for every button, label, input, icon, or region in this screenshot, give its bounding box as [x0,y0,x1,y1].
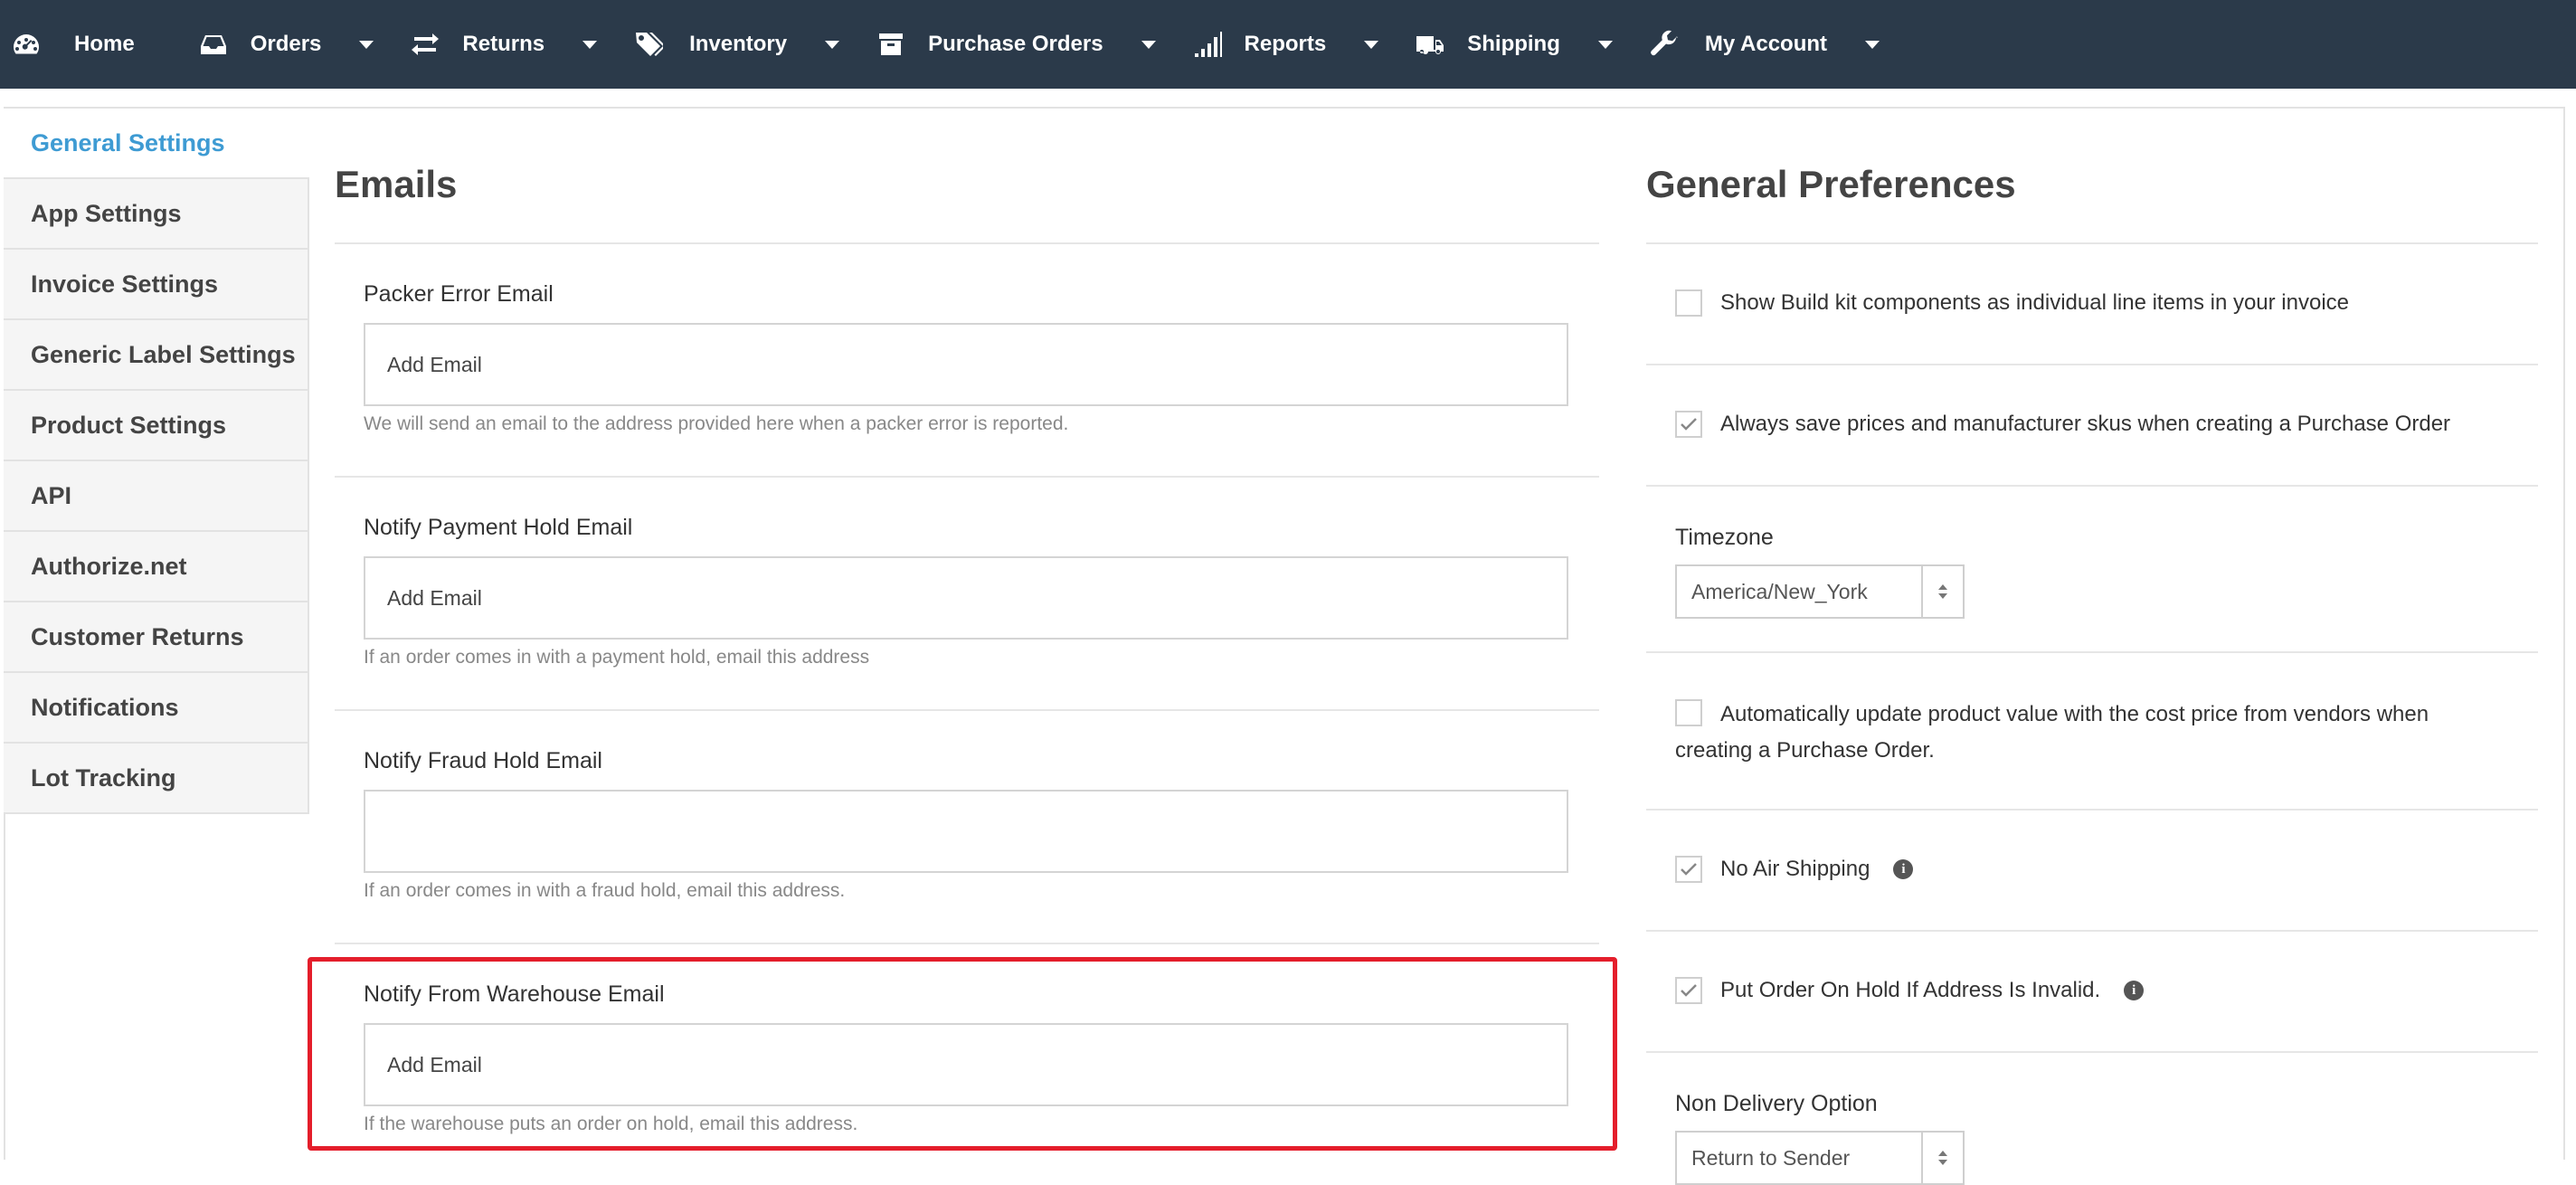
select-arrows-icon [1921,1133,1963,1183]
nav-my-account-label: My Account [1704,32,1828,56]
non-delivery-option-value: Return to Sender [1691,1145,1851,1170]
divider [1646,809,2538,811]
save-prices-option: Always save prices and manufacturer skus… [1675,406,2525,442]
save-prices-checkbox[interactable] [1675,411,1702,438]
sidebar-item-api[interactable]: API [4,461,309,532]
nav-inventory[interactable]: Inventory [633,0,876,89]
build-kit-option: Show Build kit components as individual … [1675,285,2507,321]
truck-icon [1415,29,1445,60]
no-air-shipping-checkbox[interactable] [1675,856,1702,883]
divider [1646,364,2538,365]
packer-error-email-label: Packer Error Email [364,281,554,307]
top-navigation: Home Orders Returns Inventory Purchase O… [0,0,2576,89]
hold-invalid-address-option: Put Order On Hold If Address Is Invalid.… [1675,972,2145,1009]
nav-shipping[interactable]: Shipping [1415,0,1649,89]
highlight-box [308,957,1617,1151]
divider [1646,1051,2538,1053]
settings-sidebar: General Settings App Settings Invoice Se… [4,109,309,814]
sidebar-item-customer-returns[interactable]: Customer Returns [4,602,309,673]
general-preferences-title: General Preferences [1646,163,2016,205]
auto-update-checkbox[interactable] [1675,699,1702,726]
info-icon[interactable]: i [1893,859,1914,879]
divider [1646,651,2538,653]
notify-fraud-hold-email-help: If an order comes in with a fraud hold, … [364,880,846,901]
nav-returns-label: Returns [462,32,545,56]
sidebar-item-app-settings[interactable]: App Settings [4,179,309,250]
chevron-down-icon[interactable] [825,40,840,49]
exchange-icon [410,29,440,60]
nav-reports[interactable]: Reports [1192,0,1416,89]
auto-update-option: Automatically update product value with … [1675,695,2489,769]
signal-icon [1192,29,1223,60]
notify-payment-hold-email-help: If an order comes in with a payment hold… [364,647,870,668]
divider [1646,242,2538,244]
timezone-select[interactable]: America/New_York [1675,564,1965,619]
nav-orders-label: Orders [250,32,322,56]
nav-purchase-orders[interactable]: Purchase Orders [876,0,1191,89]
tags-icon [633,29,664,60]
wrench-icon [1649,29,1680,60]
chevron-down-icon[interactable] [1597,40,1613,49]
nav-inventory-label: Inventory [689,32,788,56]
divider [1646,485,2538,487]
checkmark-icon [1681,863,1697,876]
chevron-down-icon[interactable] [1364,40,1379,49]
hold-invalid-address-checkbox[interactable] [1675,977,1702,1004]
dashboard-icon [11,29,42,60]
nav-returns[interactable]: Returns [410,0,633,89]
chevron-down-icon[interactable] [1865,40,1880,49]
notify-payment-hold-email-label: Notify Payment Hold Email [364,515,633,540]
checkmark-icon [1681,418,1697,431]
save-prices-label: Always save prices and manufacturer skus… [1720,412,2451,436]
nav-purchase-orders-label: Purchase Orders [928,32,1103,56]
sidebar-item-notifications[interactable]: Notifications [4,673,309,744]
build-kit-checkbox[interactable] [1675,289,1702,317]
notify-fraud-hold-email-input[interactable] [364,790,1568,873]
nav-home-label: Home [74,32,135,56]
divider [335,943,1599,944]
archive-icon [876,29,906,60]
nav-my-account[interactable]: My Account [1649,0,1916,89]
nav-shipping-label: Shipping [1467,32,1560,56]
sidebar-item-authorize-net[interactable]: Authorize.net [4,532,309,602]
packer-error-email-help: We will send an email to the address pro… [364,413,1069,434]
nav-home[interactable]: Home [0,0,135,89]
notify-payment-hold-email-input[interactable] [364,556,1568,640]
no-air-shipping-label: No Air Shipping [1720,857,1870,881]
sidebar-item-lot-tracking[interactable]: Lot Tracking [4,744,309,814]
checkmark-icon [1681,984,1697,997]
info-icon[interactable]: i [2124,981,2145,1000]
hold-invalid-address-label: Put Order On Hold If Address Is Invalid. [1720,978,2101,1002]
divider [1646,930,2538,932]
timezone-value: America/New_York [1691,579,1868,603]
select-arrows-icon [1921,566,1963,617]
timezone-label: Timezone [1675,525,1774,550]
divider [335,709,1599,711]
non-delivery-option-select[interactable]: Return to Sender [1675,1131,1965,1185]
nav-orders[interactable]: Orders [198,0,411,89]
divider [335,476,1599,478]
sidebar-item-generic-label-settings[interactable]: Generic Label Settings [4,320,309,391]
auto-update-label: Automatically update product value with … [1675,702,2429,763]
nav-reports-label: Reports [1244,32,1327,56]
divider [335,242,1599,244]
chevron-down-icon[interactable] [359,40,374,49]
chevron-down-icon[interactable] [582,40,598,49]
no-air-shipping-option: No Air Shipping i [1675,851,1914,887]
non-delivery-option-label: Non Delivery Option [1675,1091,1878,1116]
build-kit-label: Show Build kit components as individual … [1720,290,2350,315]
emails-title: Emails [335,163,458,205]
notify-fraud-hold-email-label: Notify Fraud Hold Email [364,748,602,773]
inbox-icon [198,29,229,60]
chevron-down-icon[interactable] [1141,40,1156,49]
sidebar-item-invoice-settings[interactable]: Invoice Settings [4,250,309,320]
sidebar-item-product-settings[interactable]: Product Settings [4,391,309,461]
sidebar-item-general-settings[interactable]: General Settings [4,109,309,179]
packer-error-email-input[interactable] [364,323,1568,406]
